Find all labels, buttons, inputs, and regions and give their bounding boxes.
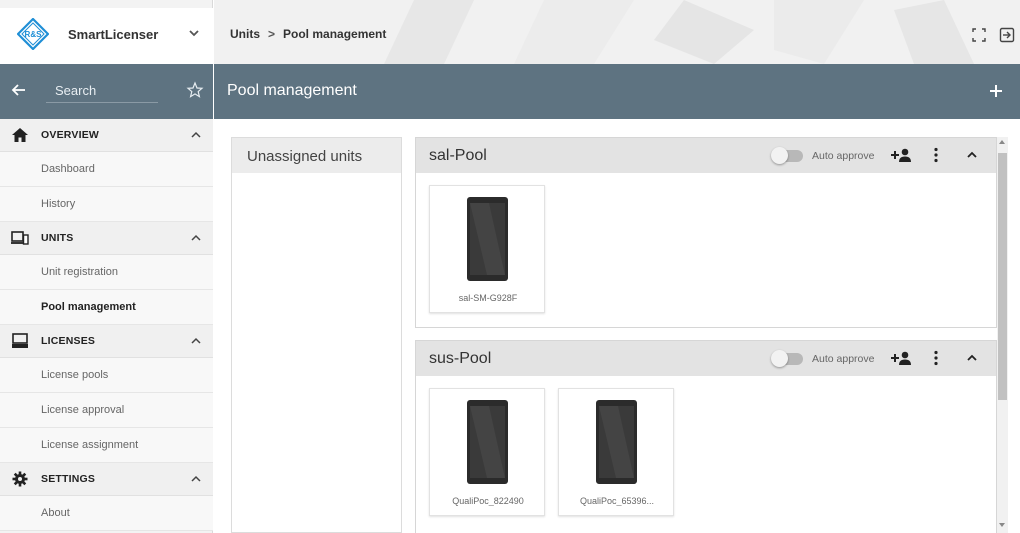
add-user-icon[interactable] (890, 350, 912, 366)
sidebar-item-history[interactable]: History (0, 187, 213, 222)
pool-header: sus-Pool Auto approve (416, 341, 996, 376)
content-scrollbar[interactable] (997, 137, 1008, 533)
chevron-up-icon (191, 131, 201, 138)
search-input[interactable]: Search (55, 83, 96, 98)
scroll-up-arrow[interactable] (999, 140, 1005, 144)
add-pool-icon[interactable] (987, 82, 1005, 100)
app-window: R&S SmartLicenser Search OVERVIEW Dashbo… (0, 0, 1020, 533)
brand-name: SmartLicenser (68, 27, 159, 42)
nav-item-label: Dashboard (41, 163, 95, 175)
sidebar-item-dashboard[interactable]: Dashboard (0, 152, 213, 187)
nav-item-label: License pools (41, 369, 109, 381)
more-vert-icon[interactable] (933, 350, 939, 366)
home-icon (12, 128, 28, 142)
devices-icon (11, 231, 29, 245)
unit-card[interactable]: QualiPoc_65396... (558, 388, 674, 516)
chevron-down-icon[interactable] (186, 25, 202, 41)
search-bar: Search (0, 64, 213, 119)
unit-name: QualiPoc_65396... (579, 496, 655, 506)
chevron-up-icon[interactable] (966, 150, 978, 160)
sidebar-item-license-assignment[interactable]: License assignment (0, 428, 213, 463)
unit-card[interactable]: QualiPoc_822490 (429, 388, 545, 516)
auto-approve-label: Auto approve (812, 353, 875, 365)
phone-icon (467, 400, 508, 484)
pool-units-list: sal-SM-G928F (416, 173, 996, 313)
pool-name: sus-Pool (429, 350, 492, 367)
unit-name: sal-SM-G928F (458, 293, 518, 303)
unit-card[interactable]: sal-SM-G928F (429, 185, 545, 313)
breadcrumb-separator: > (268, 27, 276, 41)
chevron-up-icon (191, 337, 201, 344)
auto-approve-toggle[interactable] (771, 350, 803, 367)
sidebar-item-about[interactable]: About (0, 496, 213, 531)
nav-section-units[interactable]: UNITS (0, 222, 213, 255)
back-arrow-icon[interactable] (10, 81, 28, 99)
nav-section-label: UNITS (41, 232, 74, 244)
nav-item-label: Pool management (41, 301, 136, 313)
unassigned-units-panel: Unassigned units (231, 137, 402, 533)
nav-item-label: License approval (41, 404, 125, 416)
chevron-up-icon (191, 475, 201, 482)
breadcrumb: Units > Pool management (230, 27, 386, 41)
nav-section-overview[interactable]: OVERVIEW (0, 119, 213, 152)
nav-item-label: History (41, 198, 76, 210)
pool-header: sal-Pool Auto approve (416, 138, 996, 173)
fullscreen-icon[interactable] (972, 28, 986, 42)
nav-section-licenses[interactable]: LICENSES (0, 325, 213, 358)
more-vert-icon[interactable] (933, 147, 939, 163)
brand-switcher[interactable]: R&S SmartLicenser (0, 8, 213, 64)
sidebar-item-pool-management[interactable]: Pool management (0, 290, 213, 325)
monitor-icon (12, 333, 28, 348)
star-icon[interactable] (186, 81, 204, 99)
nav-section-label: LICENSES (41, 335, 96, 347)
nav-section-settings[interactable]: SETTINGS (0, 463, 213, 496)
scroll-thumb[interactable] (998, 153, 1007, 400)
pool-card-sal: sal-Pool Auto approve sal-SM-G928F (415, 137, 997, 328)
auto-approve-toggle[interactable] (771, 147, 803, 164)
sidebar: R&S SmartLicenser Search OVERVIEW Dashbo… (0, 0, 213, 533)
main-content: Unassigned units sal-Pool Auto approve s… (214, 119, 1020, 533)
nav-item-label: Unit registration (41, 266, 119, 278)
add-user-icon[interactable] (890, 147, 912, 163)
gear-icon (12, 471, 28, 487)
nav-section-label: OVERVIEW (41, 129, 100, 141)
breadcrumb-item-units[interactable]: Units (230, 27, 260, 41)
logout-icon[interactable] (999, 27, 1015, 43)
chevron-up-icon[interactable] (966, 353, 978, 363)
chevron-up-icon (191, 234, 201, 241)
pool-units-list: QualiPoc_822490 QualiPoc_65396... (416, 376, 996, 516)
nav-section-label: SETTINGS (41, 473, 96, 485)
pool-name: sal-Pool (429, 147, 487, 164)
title-bar: Pool management (214, 64, 1020, 119)
auto-approve-label: Auto approve (812, 150, 875, 162)
unit-name: QualiPoc_822490 (452, 496, 524, 506)
sidebar-item-license-approval[interactable]: License approval (0, 393, 213, 428)
page-title: Pool management (227, 82, 357, 99)
search-underline (46, 102, 158, 103)
pool-card-sus: sus-Pool Auto approve QualiPoc_822490 Qu… (415, 340, 997, 533)
top-bar: Units > Pool management (214, 0, 1020, 64)
nav-item-label: About (41, 507, 70, 519)
sidebar-nav: OVERVIEW Dashboard History UNITS Unit re… (0, 119, 213, 531)
phone-icon (596, 400, 637, 484)
rs-logo-icon: R&S (17, 18, 49, 50)
unassigned-units-header: Unassigned units (232, 138, 401, 173)
scroll-down-arrow[interactable] (999, 523, 1005, 527)
nav-item-label: License assignment (41, 439, 139, 451)
sidebar-item-license-pools[interactable]: License pools (0, 358, 213, 393)
phone-icon (467, 197, 508, 281)
sidebar-item-unit-registration[interactable]: Unit registration (0, 255, 213, 290)
svg-text:R&S: R&S (25, 30, 43, 39)
breadcrumb-item-current: Pool management (283, 27, 387, 41)
